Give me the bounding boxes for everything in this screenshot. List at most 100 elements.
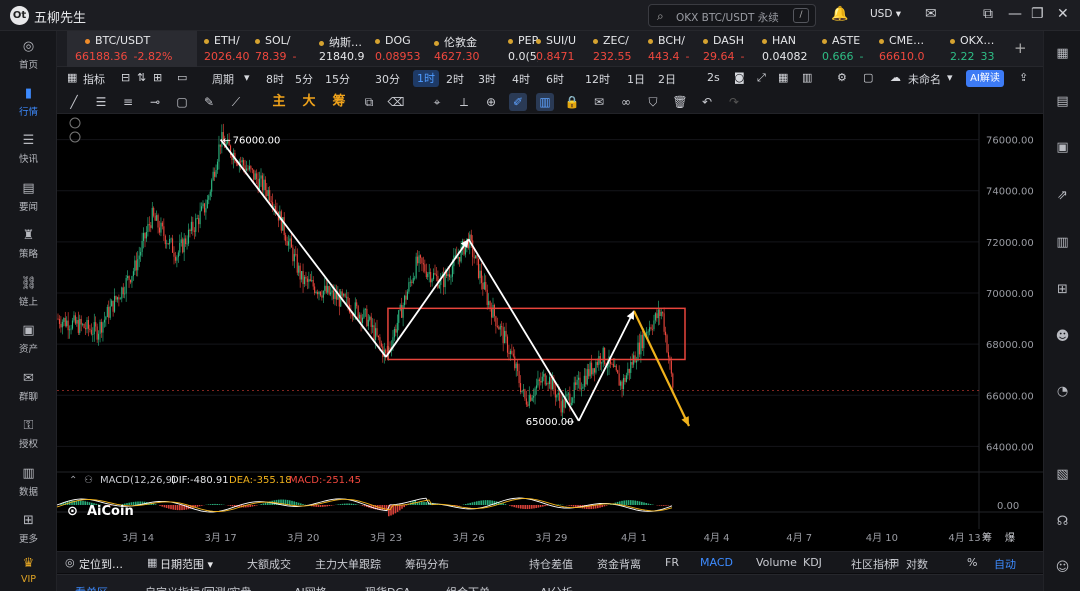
interval-6[interactable]: 3时: [478, 71, 496, 87]
bot-icon[interactable]: ☻: [1054, 328, 1071, 345]
main-force-button[interactable]: 主: [270, 93, 288, 111]
grid-icon[interactable]: ▦: [778, 71, 788, 84]
bottom-tool-3[interactable]: 主力大单跟踪: [315, 556, 381, 572]
pencil-icon[interactable]: ✐: [509, 93, 527, 111]
trend-line[interactable]: [219, 139, 387, 358]
sidebar-item-vip[interactable]: ♛ VIP: [0, 551, 57, 591]
panel-tab-1[interactable]: 自定义指标/回测/实盘: [145, 584, 251, 591]
chips-corner-button[interactable]: 筹: [982, 531, 992, 544]
indicator-tab-1[interactable]: 资金背离: [597, 556, 641, 572]
panel-tab-5[interactable]: AI分析: [540, 584, 573, 591]
indicator-tab-0[interactable]: 持仓差值: [529, 556, 573, 572]
sidebar-item-headline[interactable]: ▤ 要闻: [0, 176, 57, 220]
ticker-tab[interactable]: 伦敦金 4627.30: [434, 31, 499, 67]
ticker-tab[interactable]: CME… 66610.0: [879, 31, 941, 67]
cloud-icon[interactable]: ☁: [890, 71, 901, 84]
filter-icon[interactable]: ⛉: [644, 93, 662, 111]
pattern-icon[interactable]: ▥: [536, 93, 554, 111]
compare-icon[interactable]: ⇅: [137, 71, 146, 84]
depth-icon[interactable]: ▥: [1054, 234, 1071, 251]
add-tab-icon[interactable]: +: [1014, 39, 1027, 57]
interval-1[interactable]: 5分: [295, 71, 313, 87]
line-tool-icon[interactable]: ╱: [65, 93, 83, 111]
assistant-icon[interactable]: ☺: [1054, 559, 1071, 576]
lock-icon[interactable]: 🔒: [563, 93, 581, 111]
sidebar-item-chat[interactable]: ✉ 群聊: [0, 366, 57, 410]
expand-icon[interactable]: ⤢: [757, 71, 766, 85]
indicators-button[interactable]: 指标: [83, 71, 105, 87]
magnet-icon[interactable]: ⧉: [360, 93, 378, 111]
indicator-tab-7[interactable]: 对数: [906, 556, 928, 572]
mail-icon[interactable]: ✉: [925, 6, 937, 22]
chart-canvas[interactable]: 76000.00 74000.00 72000.00 70000.00 68000.00…: [57, 114, 1043, 546]
sidebar-item-market[interactable]: ▮ 行情: [0, 81, 57, 125]
minimize-icon[interactable]: —: [1008, 6, 1022, 22]
period-icon[interactable]: ▭: [177, 71, 187, 84]
interval-5[interactable]: 2时: [446, 71, 464, 87]
redo-icon[interactable]: ↷: [725, 93, 743, 111]
channel-tool-icon[interactable]: ≡: [119, 93, 137, 111]
rect-tool-icon[interactable]: ▢: [173, 93, 191, 111]
indicator-tab-8[interactable]: %: [967, 556, 977, 569]
ticker-tab[interactable]: ETH/2026.40: [204, 31, 249, 67]
layout-icon[interactable]: ▧: [1054, 466, 1071, 483]
panel-tab-4[interactable]: 组合下单: [446, 584, 490, 591]
close-icon[interactable]: ✕: [1057, 6, 1069, 22]
indicator-tab-6[interactable]: 社区指标: [851, 556, 895, 572]
ticker-tab[interactable]: ZEC/232.55: [593, 31, 643, 67]
ticker-tab[interactable]: BCH/443.4-: [648, 31, 698, 67]
measure-icon[interactable]: ⟂: [455, 93, 473, 111]
sidebar-item-chain[interactable]: ⛓ 链上: [0, 271, 57, 315]
interval-10[interactable]: 1日: [627, 71, 645, 87]
interval-8[interactable]: 6时: [546, 71, 564, 87]
calc-icon[interactable]: ⊞: [1054, 281, 1071, 298]
large-order-button[interactable]: 大: [300, 93, 318, 111]
interval-0[interactable]: 8时: [266, 71, 284, 87]
interval-11[interactable]: 2日: [658, 71, 676, 87]
macd-alert-icon[interactable]: ⚇: [84, 475, 93, 486]
sidebar-item-strategy[interactable]: ♜ 策略: [0, 223, 57, 267]
watchlist-icon[interactable]: ▦: [1054, 45, 1071, 62]
locate-icon[interactable]: ◎: [65, 556, 75, 569]
collapse-icon[interactable]: [69, 117, 81, 129]
zoom-icon[interactable]: ⊕: [482, 93, 500, 111]
layout-dropdown-icon[interactable]: ▾: [947, 71, 953, 84]
share-icon[interactable]: ⇪: [1019, 71, 1028, 84]
trash-icon[interactable]: 🗑: [671, 93, 689, 111]
panel-tab-2[interactable]: AI网格: [294, 584, 327, 591]
bottom-tool-0[interactable]: 定位到…: [79, 556, 123, 572]
template-icon[interactable]: ⊞: [153, 71, 162, 84]
popout-icon[interactable]: ⧉: [983, 6, 993, 22]
bell-icon[interactable]: 🔔: [831, 6, 848, 22]
document-icon[interactable]: ▤: [1054, 93, 1071, 110]
price-chart[interactable]: 76000.00 74000.00 72000.00 70000.00 68000.00…: [57, 114, 1043, 551]
crosshair-icon[interactable]: ⌖: [428, 93, 446, 111]
panel-tab-3[interactable]: 现货DCA: [365, 584, 411, 591]
ticker-tab[interactable]: HAN 0.04082: [762, 31, 817, 67]
settings-icon[interactable]: ⚙: [837, 71, 847, 84]
ai-interpret-button[interactable]: AI解读: [966, 70, 1004, 87]
interval-3[interactable]: 30分: [375, 71, 400, 87]
order-icon[interactable]: ▣: [1054, 139, 1071, 156]
brush-tool-icon[interactable]: ✎: [200, 93, 218, 111]
maximize-icon[interactable]: ❐: [1031, 6, 1044, 22]
chart-type-icon[interactable]: ▥: [802, 71, 812, 84]
indicator-tab-4[interactable]: Volume: [756, 556, 797, 569]
sidebar-item-auth[interactable]: ⚿ 授权: [0, 413, 57, 457]
bottom-tool-1[interactable]: 日期范围 ▾: [160, 556, 213, 572]
community-icon[interactable]: ⊞: [890, 556, 899, 569]
sidebar-item-more[interactable]: ⊞ 更多: [0, 508, 57, 552]
sidebar-item-wallet[interactable]: ▣ 资产: [0, 318, 57, 362]
interval-7[interactable]: 4时: [512, 71, 530, 87]
ticker-tab[interactable]: SOL/78.39-: [255, 31, 307, 67]
indicator-tab-2[interactable]: FR: [665, 556, 679, 569]
macd-collapse-icon[interactable]: ⌃: [69, 475, 77, 486]
ticker-tab[interactable]: ASTE 0.666-: [822, 31, 872, 67]
link-icon[interactable]: ∞: [617, 93, 635, 111]
ticker-tab[interactable]: BTC/USDT 66188.36 -2.82%: [67, 31, 197, 67]
ticker-tab[interactable]: DOG 0.08953: [375, 31, 425, 67]
trend-icon[interactable]: ⇗: [1054, 187, 1071, 204]
liquidation-corner-button[interactable]: 爆: [1005, 532, 1015, 544]
ticker-tab[interactable]: PEPE 0.0(5)32: [508, 31, 538, 67]
note-icon[interactable]: ✉: [590, 93, 608, 111]
